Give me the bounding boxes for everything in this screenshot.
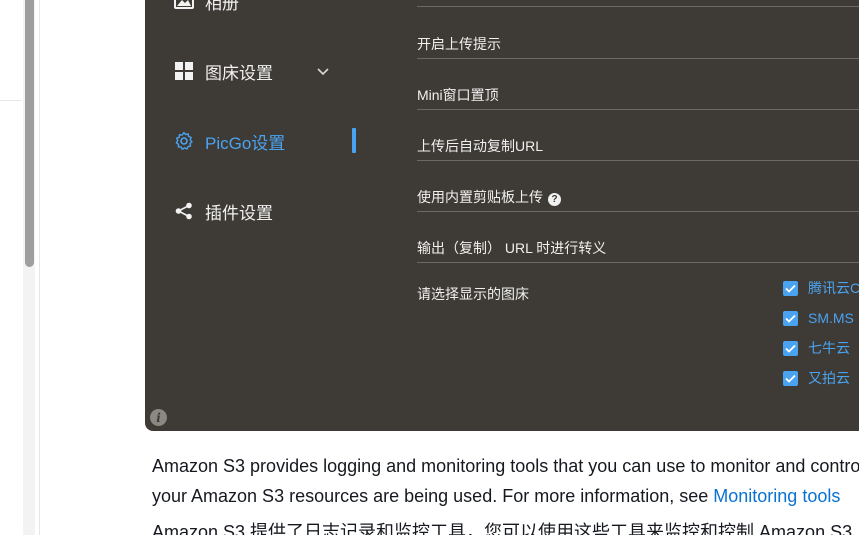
- picbed-label: 腾讯云COS: [808, 280, 859, 296]
- picbed-label: 又拍云: [808, 370, 850, 386]
- sidebar-item-picgo-settings[interactable]: PicGo设置: [145, 121, 385, 161]
- settings-row-upload-notify[interactable]: 开启上传提示: [417, 8, 859, 59]
- sidebar-item-picbed-settings[interactable]: 图床设置: [145, 51, 385, 91]
- picbed-label: SM.MS: [808, 310, 854, 326]
- settings-row-prev: [417, 0, 859, 7]
- settings-row-label: 输出（复制） URL 时进行转义: [417, 240, 607, 256]
- active-indicator: [352, 128, 356, 153]
- doc-paragraph-line: your Amazon S3 resources are being used.…: [152, 486, 841, 506]
- monitoring-link[interactable]: Monitoring tools: [713, 486, 840, 506]
- image-icon: [173, 0, 195, 12]
- settings-row-clipboard-upload[interactable]: 使用内置剪贴板上传?: [417, 161, 859, 212]
- screen: 相册 图床设置 PicGo设置 插件设置 开启上传提示 Mini窗口置顶 上传后…: [0, 0, 859, 535]
- sidebar-item-label: 相册: [205, 0, 239, 13]
- picbed-checkbox-upyun[interactable]: 又拍云: [783, 368, 850, 388]
- settings-row-auto-copy[interactable]: 上传后自动复制URL: [417, 110, 859, 161]
- picbed-checkbox-tcyun[interactable]: 腾讯云COS: [783, 278, 859, 298]
- picbed-label: 七牛云: [808, 340, 850, 356]
- settings-row-label: Mini窗口置顶: [417, 87, 499, 103]
- picbed-checkbox-smms[interactable]: SM.MS: [783, 308, 854, 328]
- share-icon: [173, 200, 195, 222]
- sidebar-item-plugin-settings[interactable]: 插件设置: [145, 191, 385, 231]
- sidebar-item-label: PicGo设置: [205, 133, 286, 153]
- info-icon[interactable]: i: [150, 409, 167, 426]
- picbed-checkbox-qiniu[interactable]: 七牛云: [783, 338, 850, 358]
- checkbox-checked-icon[interactable]: [783, 370, 798, 386]
- gear-icon: [173, 130, 195, 152]
- checkbox-checked-icon[interactable]: [783, 310, 798, 326]
- settings-row-label: 上传后自动复制URL: [417, 138, 544, 154]
- doc-paragraph-line: Amazon S3 provides logging and monitorin…: [152, 456, 859, 476]
- checkbox-checked-icon[interactable]: [783, 280, 798, 296]
- doc-paragraph-line-zh: Amazon S3 提供了日志记录和监控工具，您可以使用这些工具来监控和控制 A…: [152, 522, 853, 535]
- settings-row-label: 请选择显示的图床: [417, 286, 529, 302]
- grid-icon: [173, 60, 195, 82]
- settings-row-label: 使用内置剪贴板上传?: [417, 187, 561, 207]
- picgo-window: 相册 图床设置 PicGo设置 插件设置 开启上传提示 Mini窗口置顶 上传后…: [145, 0, 859, 431]
- sidebar-item-label: 图床设置: [205, 63, 273, 83]
- scrollbar-thumb[interactable]: [25, 0, 34, 267]
- settings-row-url-escape[interactable]: 输出（复制） URL 时进行转义: [417, 212, 859, 263]
- checkbox-checked-icon[interactable]: [783, 340, 798, 356]
- sidebar-item-label: 插件设置: [205, 203, 273, 223]
- divider: [0, 100, 22, 101]
- doc-content: Amazon S3 provides logging and monitorin…: [152, 451, 859, 535]
- sidebar-item-album[interactable]: 相册: [145, 0, 385, 21]
- settings-row-mini-top[interactable]: Mini窗口置顶: [417, 59, 859, 110]
- settings-row-label: 开启上传提示: [417, 36, 501, 52]
- chevron-down-icon[interactable]: [317, 61, 329, 81]
- help-icon[interactable]: ?: [548, 193, 561, 206]
